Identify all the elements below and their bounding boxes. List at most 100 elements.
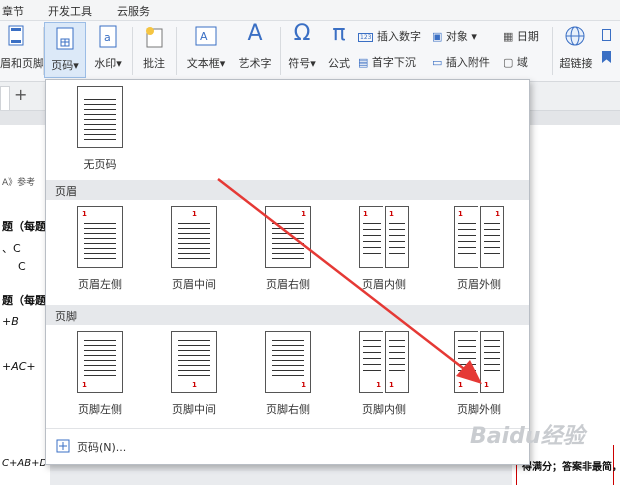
- watermark-text: 水印: [94, 57, 117, 70]
- header-outside-option[interactable]: 1 1 页眉外侧: [437, 206, 521, 292]
- header-center-option[interactable]: 1 页眉中间: [152, 206, 236, 292]
- footer-center-option[interactable]: 1 页脚中间: [152, 331, 236, 417]
- header-left-option[interactable]: 1 页眉左侧: [58, 206, 142, 292]
- menu-item-cloud[interactable]: 云服务: [117, 3, 150, 19]
- symbol-text: 符号: [288, 57, 311, 70]
- page-number-marker: 1: [495, 210, 500, 218]
- footer-inside-option[interactable]: 1 1 页脚内侧: [342, 331, 426, 417]
- header-right-thumbnail: 1: [265, 206, 311, 268]
- footer-left-option[interactable]: 1 页脚左侧: [58, 331, 142, 417]
- page-number-marker: 1: [458, 210, 463, 218]
- page-number-settings-icon: [56, 439, 70, 453]
- reference-text: A》参考: [2, 178, 36, 188]
- doc-line-1: 题（每题: [2, 220, 46, 233]
- header-inside-option[interactable]: 1 1 页眉内侧: [342, 206, 426, 292]
- textbox-button[interactable]: A 文本框▾: [180, 21, 232, 79]
- doc-line-5: +B: [2, 315, 19, 328]
- header-inside-thumbnail: 1 1: [359, 206, 409, 268]
- divider: [176, 27, 177, 75]
- textbox-text: 文本框: [186, 57, 220, 70]
- footer-outside-label: 页脚外侧: [457, 403, 501, 416]
- calendar-icon: ▦: [503, 30, 514, 43]
- attachment-icon: ▭: [432, 56, 443, 69]
- symbol-button[interactable]: Ω 符号▾: [283, 21, 321, 79]
- page-number-marker: 1: [82, 381, 87, 389]
- footer-section-text: 页脚: [55, 310, 77, 323]
- annotation-label: 批注: [143, 57, 165, 70]
- watermark-icon: a: [99, 25, 117, 48]
- header-section-text: 页眉: [55, 185, 77, 198]
- footer-outside-option[interactable]: 1 1 页脚外侧: [437, 331, 521, 417]
- page-number-marker: 1: [389, 210, 394, 218]
- header-right-label: 页眉右侧: [266, 278, 310, 291]
- date-button[interactable]: ▦ 日期: [503, 28, 539, 44]
- omega-icon: Ω: [293, 21, 311, 46]
- page-number-marker: 1: [376, 381, 381, 389]
- doc-line-3: C: [18, 260, 26, 273]
- page-number-dropdown: 无页码 页眉 1 页眉左侧 1 页眉中间 1 页眉右侧 1 1 页眉内侧 1 1…: [45, 79, 530, 465]
- formula-button[interactable]: π 公式: [322, 21, 356, 79]
- header-center-label: 页眉中间: [172, 278, 216, 291]
- ribbon-toolbar: 眉和页脚 页码▾ a 水印▾ 批注 A 文本框▾ A 艺术字 Ω 符号▾ π 公…: [0, 21, 620, 82]
- watermark-label: 水印▾: [94, 57, 122, 70]
- pi-icon: π: [332, 21, 346, 46]
- drop-cap-icon: ▤: [358, 56, 369, 69]
- menu-bar: 章节 开发工具 云服务: [0, 0, 620, 21]
- baidu-watermark: Baidu经验: [470, 424, 585, 449]
- divider: [280, 27, 281, 75]
- textbox-label: 文本框▾: [186, 57, 226, 70]
- header-outside-label: 页眉外侧: [457, 278, 501, 291]
- watermark-button[interactable]: a 水印▾: [88, 21, 128, 79]
- annotation-button[interactable]: 批注: [136, 21, 172, 79]
- page-number-settings-label: 页码(N)...: [77, 441, 127, 454]
- page-number-marker: 1: [363, 210, 368, 218]
- header-inside-label: 页眉内侧: [362, 278, 406, 291]
- header-left-thumbnail: 1: [77, 206, 123, 268]
- drop-cap-button[interactable]: ▤ 首字下沉: [358, 54, 416, 70]
- page-number-text: 页码: [51, 59, 74, 72]
- footer-outside-thumbnail: 1 1: [454, 331, 504, 393]
- header-section-title: 页眉: [46, 180, 529, 200]
- doc-line-6: +AC+: [2, 360, 36, 373]
- menu-item-dev-tools[interactable]: 开发工具: [48, 3, 92, 19]
- svg-text:a: a: [104, 31, 111, 44]
- art-text-button[interactable]: A 艺术字: [234, 21, 276, 79]
- page-number-marker: 1: [192, 210, 197, 218]
- page-number-marker: 1: [458, 381, 463, 389]
- number-icon: 123: [358, 32, 374, 42]
- no-page-number-label: 无页码: [83, 158, 117, 171]
- insert-attachment-button[interactable]: ▭ 插入附件: [432, 54, 490, 70]
- header-footer-button[interactable]: 眉和页脚: [0, 21, 44, 79]
- header-left-label: 页眉左侧: [78, 278, 122, 291]
- footer-center-label: 页脚中间: [172, 403, 216, 416]
- page-number-marker: 1: [389, 381, 394, 389]
- new-tab-button[interactable]: +: [14, 85, 27, 104]
- textbox-icon: A: [195, 26, 217, 46]
- formula-label: 公式: [328, 57, 350, 70]
- header-right-option[interactable]: 1 页眉右侧: [246, 206, 330, 292]
- no-page-number-option[interactable]: 无页码: [58, 86, 142, 172]
- object-button[interactable]: ▣ 对象 ▾: [432, 28, 477, 44]
- active-document-tab[interactable]: [0, 86, 10, 110]
- drop-cap-label: 首字下沉: [371, 56, 416, 69]
- header-footer-label: 眉和页脚: [0, 57, 44, 70]
- header-outside-thumbnail: 1 1: [454, 206, 504, 268]
- hyperlink-label: 超链接: [559, 57, 593, 70]
- divider: [132, 27, 133, 75]
- doc-icon[interactable]: [602, 29, 611, 41]
- insert-number-button[interactable]: 123 插入数字: [358, 28, 421, 44]
- page-number-button[interactable]: 页码▾: [44, 22, 86, 78]
- field-button[interactable]: ▢ 域: [503, 54, 528, 70]
- page-number-icon: [56, 27, 74, 50]
- bookmark-icon[interactable]: [602, 51, 611, 63]
- page-number-settings-button[interactable]: 页码(N)...: [46, 428, 529, 465]
- no-number-thumbnail: [77, 86, 123, 148]
- footer-right-option[interactable]: 1 页脚右侧: [246, 331, 330, 417]
- field-label: 域: [516, 56, 528, 69]
- object-icon: ▣: [432, 30, 443, 43]
- menu-item-chapter[interactable]: 章节: [2, 3, 24, 19]
- footer-inside-thumbnail: 1 1: [359, 331, 409, 393]
- page-number-marker: 1: [301, 210, 306, 218]
- hyperlink-button[interactable]: 超链接: [556, 21, 596, 79]
- header-center-thumbnail: 1: [171, 206, 217, 268]
